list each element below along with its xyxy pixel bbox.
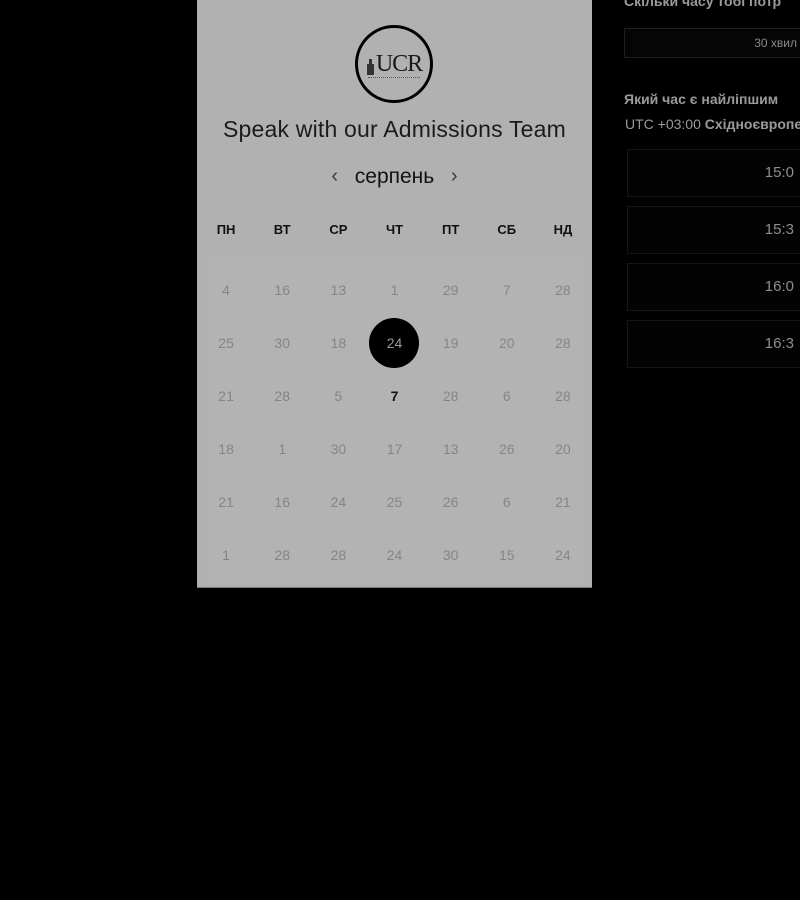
calendar-day[interactable]: 28 [423,369,479,422]
duration-question: Скільки часу тобі потр [624,0,782,9]
calendar-day[interactable]: 16 [254,263,310,316]
calendar-day[interactable]: 28 [535,369,591,422]
calendar-day[interactable]: 6 [479,475,535,528]
calendar-day[interactable]: 20 [479,316,535,369]
calendar-day[interactable]: 13 [423,422,479,475]
calendar-day[interactable]: 16 [254,475,310,528]
calendar-day[interactable]: 21 [198,475,254,528]
chevron-left-icon[interactable]: ‹ [323,161,347,191]
calendar-day[interactable]: 25 [366,475,422,528]
calendar-week: 21 28 5 7 28 6 28 [197,369,592,422]
calendar-day[interactable]: 25 [198,316,254,369]
calendar-day[interactable]: 28 [254,369,310,422]
calendar-week: 21 16 24 25 26 6 21 [197,475,592,528]
calendar-day[interactable]: 17 [366,422,422,475]
time-slot[interactable]: 16:3 [627,320,800,368]
calendar-day[interactable]: 24 [535,528,591,581]
weekday-tue: ВТ [273,222,291,237]
weekday-thu: ЧТ [385,222,404,237]
calendar-day[interactable]: 28 [310,528,366,581]
booking-panel: UCR Speak with our Admissions Team ‹ сер… [197,0,592,588]
calendar-day[interactable]: 28 [535,316,591,369]
calendar-day[interactable]: 21 [535,475,591,528]
weekday-header: ПН ВТ СР ЧТ ПТ СБ НД [197,220,592,240]
time-question: Який час є найліпшим [624,91,779,107]
calendar-day[interactable]: 6 [479,369,535,422]
calendar-day[interactable]: 18 [198,422,254,475]
calendar-day[interactable]: 24 [366,528,422,581]
calendar-day[interactable]: 28 [535,263,591,316]
calendar-day[interactable]: 28 [254,528,310,581]
calendar-day[interactable]: 20 [535,422,591,475]
calendar-day[interactable]: 26 [423,475,479,528]
calendar-week: 4 16 13 1 29 7 28 [197,263,592,316]
calendar-day[interactable]: 1 [198,528,254,581]
month-navigation: ‹ серпень › [197,161,592,191]
calendar-grid: 4 16 13 1 29 7 28 25 30 18 24 19 20 28 2… [197,263,592,581]
calendar-day[interactable]: 4 [198,263,254,316]
calendar-day-available[interactable]: 7 [366,369,422,422]
weekday-fri: ПТ [441,222,460,237]
calendar-day[interactable]: 13 [310,263,366,316]
weekday-sun: НД [553,222,573,237]
weekday-wed: СР [329,222,348,237]
weekday-mon: ПН [216,222,236,237]
chevron-right-icon[interactable]: › [442,161,466,191]
time-selection-pane: Скільки часу тобі потр 30 хвил Який час … [624,0,800,380]
calendar-day[interactable]: 19 [423,316,479,369]
calendar-day[interactable]: 30 [423,528,479,581]
timezone-offset: UTC +03:00 [625,116,701,132]
calendar-day[interactable]: 29 [423,263,479,316]
calendar-day-selected-label: 24 [386,334,403,351]
logo-mark: UCR [375,51,423,77]
timezone-name: Східноєвропе [704,116,800,132]
calendar-day[interactable]: 18 [310,316,366,369]
calendar-day[interactable]: 30 [254,316,310,369]
calendar-week: 18 1 30 17 13 26 20 [197,422,592,475]
booking-title: Speak with our Admissions Team [222,116,567,142]
duration-select[interactable]: 30 хвил [624,28,800,58]
time-slot[interactable]: 15:3 [627,206,800,254]
calendar-day[interactable]: 21 [198,369,254,422]
calendar-day[interactable]: 5 [310,369,366,422]
month-label: серпень [354,164,435,188]
calendar-day[interactable]: 30 [310,422,366,475]
calendar-day[interactable]: 1 [254,422,310,475]
logo-subline [368,77,420,79]
calendar-day[interactable]: 1 [366,263,422,316]
ucr-logo: UCR [355,25,433,103]
timezone-label: UTC +03:00 Східноєвропе [625,116,800,132]
calendar-day-selected[interactable]: 24 [366,316,422,369]
building-icon [366,59,374,75]
calendar-day[interactable]: 24 [310,475,366,528]
weekday-sat: СБ [497,222,517,237]
calendar-day[interactable]: 15 [479,528,535,581]
calendar-week: 25 30 18 24 19 20 28 [197,316,592,369]
time-slot[interactable]: 16:0 [627,263,800,311]
calendar-day[interactable]: 7 [479,263,535,316]
time-slot[interactable]: 15:0 [627,149,800,197]
calendar-day[interactable]: 26 [479,422,535,475]
calendar-week: 1 28 28 24 30 15 24 [197,528,592,581]
